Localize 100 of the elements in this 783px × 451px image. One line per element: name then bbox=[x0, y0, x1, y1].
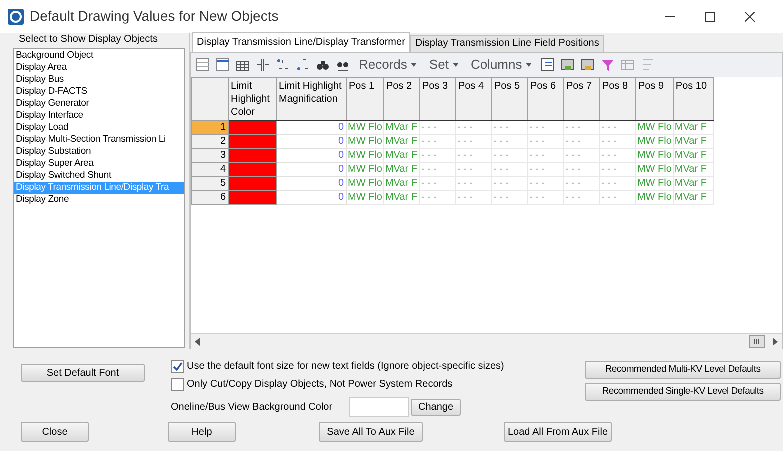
row-number[interactable]: 6 bbox=[192, 190, 228, 204]
column-header[interactable]: Pos 10 bbox=[673, 78, 714, 120]
column-header[interactable]: Pos 6 bbox=[528, 78, 564, 120]
table-cell: MVar F bbox=[673, 148, 714, 162]
list-item[interactable]: Display D-FACTS bbox=[14, 86, 184, 98]
checkbox-label: Only Cut/Copy Display Objects, Not Power System Records bbox=[187, 378, 453, 392]
table-cell: MW Flo bbox=[346, 176, 384, 190]
row-number[interactable]: 3 bbox=[192, 148, 228, 162]
column-split-icon[interactable] bbox=[255, 57, 271, 73]
list-item[interactable]: Display Super Area bbox=[14, 158, 184, 170]
table-cell: MVar F bbox=[673, 162, 714, 176]
color-swatch[interactable] bbox=[228, 190, 276, 204]
list-item[interactable]: Display Area bbox=[14, 62, 184, 74]
column-header[interactable]: Pos 5 bbox=[492, 78, 528, 120]
column-header[interactable]: Pos 3 bbox=[420, 78, 456, 120]
caret-icon bbox=[411, 63, 418, 67]
save-records-icon[interactable] bbox=[560, 57, 576, 73]
table-cell: MW Flo bbox=[636, 120, 674, 134]
toolbar-menu[interactable]: Columns bbox=[466, 55, 536, 75]
kv-defaults-button[interactable]: Recommended Multi-KV Level Defaults bbox=[585, 361, 781, 379]
table-cell: - - - bbox=[600, 134, 636, 148]
decrease-decimals-icon[interactable] bbox=[295, 57, 311, 73]
column-header[interactable]: Limit Highlight Color bbox=[228, 78, 276, 120]
column-layout-icon[interactable] bbox=[540, 57, 556, 73]
table-cell: - - - bbox=[528, 120, 564, 134]
table-cell: - - - bbox=[528, 190, 564, 204]
table-cell: MVar F bbox=[384, 162, 420, 176]
toolbar-menu[interactable]: Set bbox=[425, 55, 463, 75]
table-cell: 0 bbox=[276, 134, 346, 148]
list-item[interactable]: Display Switched Shunt bbox=[14, 170, 184, 182]
table-cell: MVar F bbox=[673, 134, 714, 148]
kv-defaults-button[interactable]: Recommended Single-KV Level Defaults bbox=[585, 383, 781, 401]
column-header[interactable]: Pos 2 bbox=[384, 78, 420, 120]
table-cell: MVar F bbox=[384, 120, 420, 134]
table-cell: - - - bbox=[456, 176, 492, 190]
toolbar-menu[interactable]: Records bbox=[355, 55, 422, 75]
table-cell: 0 bbox=[276, 162, 346, 176]
change-button[interactable]: Change bbox=[411, 398, 461, 416]
table-cell: - - - bbox=[492, 162, 528, 176]
table-cell: 0 bbox=[276, 120, 346, 134]
scroll-left-icon[interactable] bbox=[195, 338, 200, 346]
list-item[interactable]: Display Generator bbox=[14, 98, 184, 110]
table-cell: - - - bbox=[420, 134, 456, 148]
list-title: Select to Show Display Objects bbox=[18, 33, 159, 47]
table-cell: - - - bbox=[492, 120, 528, 134]
table-cell: MVar F bbox=[384, 176, 420, 190]
color-swatch[interactable] bbox=[228, 162, 276, 176]
row-number[interactable]: 4 bbox=[192, 162, 228, 176]
column-header[interactable]: Pos 9 bbox=[636, 78, 674, 120]
footer-button[interactable]: Load All From Aux File bbox=[504, 422, 612, 442]
color-swatch[interactable] bbox=[228, 134, 276, 148]
footer-button[interactable]: Close bbox=[21, 422, 89, 442]
footer-button[interactable]: Save All To Aux File bbox=[319, 422, 423, 442]
color-swatch[interactable] bbox=[228, 176, 276, 190]
table-cell: - - - bbox=[528, 176, 564, 190]
maximize-icon[interactable] bbox=[705, 12, 715, 22]
list-item[interactable]: Display Bus bbox=[14, 74, 184, 86]
checkbox[interactable] bbox=[171, 360, 184, 373]
table-cell: MVar F bbox=[384, 148, 420, 162]
column-header[interactable]: Pos 7 bbox=[564, 78, 600, 120]
checkbox[interactable] bbox=[171, 378, 184, 391]
table-cell: 0 bbox=[276, 176, 346, 190]
tab[interactable]: Display Transmission Line Field Positions bbox=[410, 35, 604, 52]
list-item[interactable]: Display Interface bbox=[14, 110, 184, 122]
grid-view-icon[interactable] bbox=[195, 57, 211, 73]
close-icon[interactable] bbox=[745, 12, 755, 22]
tab[interactable]: Display Transmission Line/Display Transformer bbox=[192, 32, 410, 52]
set-default-font-button[interactable]: Set Default Font bbox=[21, 364, 145, 382]
form-view-icon[interactable] bbox=[215, 57, 231, 73]
row-number[interactable]: 5 bbox=[192, 176, 228, 190]
list-item[interactable]: Display Load bbox=[14, 122, 184, 134]
table-cell: - - - bbox=[600, 190, 636, 204]
list-item[interactable]: Display Substation bbox=[14, 146, 184, 158]
list-item[interactable]: Display Multi-Section Transmission Li bbox=[14, 134, 184, 146]
table-cell: - - - bbox=[420, 162, 456, 176]
table-cell: - - - bbox=[600, 162, 636, 176]
column-header[interactable]: Pos 8 bbox=[600, 78, 636, 120]
caret-icon bbox=[452, 63, 459, 67]
horizontal-scrollbar[interactable] bbox=[191, 333, 782, 349]
table-cell: - - - bbox=[564, 176, 600, 190]
column-header[interactable]: Pos 1 bbox=[346, 78, 384, 120]
table-cell: - - - bbox=[564, 162, 600, 176]
table-cell: - - - bbox=[564, 190, 600, 204]
row-number[interactable]: 2 bbox=[192, 134, 228, 148]
table-cell: - - - bbox=[456, 120, 492, 134]
filter-icon[interactable] bbox=[600, 57, 616, 73]
list-item[interactable]: Background Object bbox=[14, 50, 184, 62]
column-header[interactable]: Pos 4 bbox=[456, 78, 492, 120]
scroll-right-icon[interactable] bbox=[773, 338, 778, 346]
scroll-thumb-icon[interactable] bbox=[749, 335, 765, 348]
row-number[interactable]: 1 bbox=[192, 120, 228, 134]
color-swatch[interactable] bbox=[228, 120, 276, 134]
color-field[interactable] bbox=[349, 397, 409, 417]
list-item[interactable]: Display Zone bbox=[14, 194, 184, 206]
load-records-icon[interactable] bbox=[580, 57, 596, 73]
window-title: Default Drawing Values for New Objects bbox=[30, 7, 279, 26]
table-cell: - - - bbox=[600, 176, 636, 190]
footer-button[interactable]: Help bbox=[168, 422, 236, 442]
color-swatch[interactable] bbox=[228, 148, 276, 162]
column-header[interactable]: Limit Highlight Magnification bbox=[276, 78, 346, 120]
